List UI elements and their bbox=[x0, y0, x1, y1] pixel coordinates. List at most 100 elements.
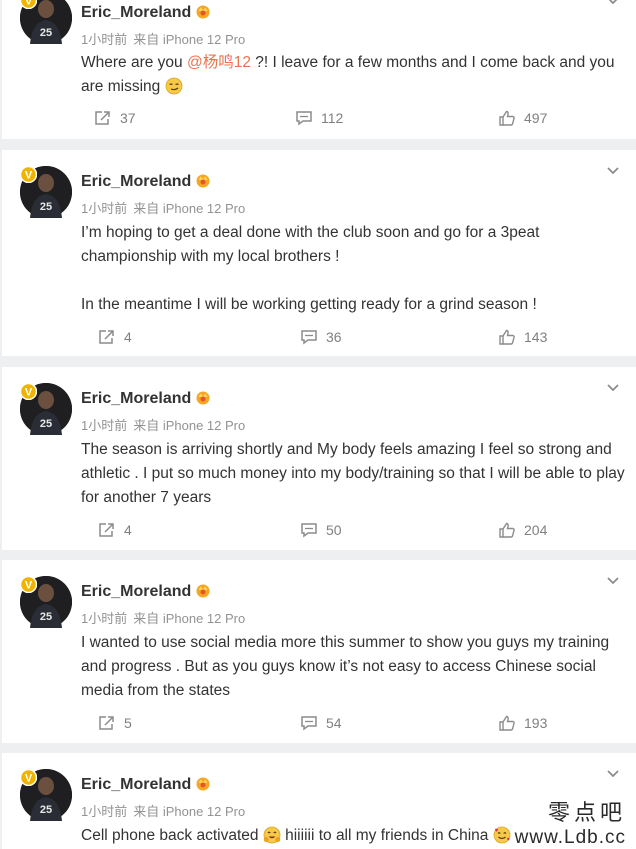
post-time[interactable]: 1小时前 bbox=[81, 611, 127, 626]
like-count: 204 bbox=[524, 522, 548, 538]
chevron-down-icon[interactable] bbox=[606, 576, 620, 586]
post-text-part: hiiiiii to all my friends in China bbox=[280, 827, 493, 844]
comment-icon bbox=[296, 111, 312, 126]
post-card: 25 V Eric_Moreland 1小时前 来自 iPhone 12 Pro … bbox=[2, 150, 636, 356]
repost-button[interactable]: 4 bbox=[98, 329, 132, 345]
username[interactable]: Eric_Moreland bbox=[81, 775, 211, 794]
repost-count: 4 bbox=[124, 329, 132, 345]
comment-button[interactable]: 54 bbox=[300, 715, 342, 731]
verified-icon: V bbox=[20, 576, 37, 593]
post-card: 25 V Eric_Moreland 1小时前 来自 iPhone 12 Pro … bbox=[2, 560, 636, 743]
weibo-feed: 25 V Eric_Moreland 1小时前 来自 iPhone 12 Pro … bbox=[0, 0, 636, 849]
post-text: I wanted to use social media more this s… bbox=[81, 631, 626, 703]
svg-text:V: V bbox=[25, 580, 33, 592]
chevron-down-icon[interactable] bbox=[606, 769, 620, 779]
comment-icon bbox=[301, 523, 317, 538]
username-text[interactable]: Eric_Moreland bbox=[81, 776, 191, 793]
smirk-face-emoji-icon bbox=[165, 77, 182, 95]
post-source: 来自 iPhone 12 Pro bbox=[133, 804, 246, 819]
comment-count: 50 bbox=[326, 522, 342, 538]
comment-count: 112 bbox=[321, 110, 344, 126]
svg-text:V: V bbox=[25, 0, 33, 8]
username[interactable]: Eric_Moreland bbox=[81, 582, 211, 601]
crown-badge-icon bbox=[196, 391, 210, 405]
repost-icon bbox=[99, 330, 114, 344]
svg-text:25: 25 bbox=[40, 418, 52, 430]
svg-text:V: V bbox=[25, 773, 33, 785]
svg-text:25: 25 bbox=[40, 804, 52, 816]
post-time[interactable]: 1小时前 bbox=[81, 418, 127, 433]
like-button[interactable]: 204 bbox=[498, 522, 547, 538]
avatar[interactable]: 25 V bbox=[20, 576, 72, 628]
username-text[interactable]: Eric_Moreland bbox=[81, 173, 191, 190]
post-card: 25 V Eric_Moreland 1小时前 来自 iPhone 12 Pro … bbox=[2, 753, 636, 849]
like-button[interactable]: 143 bbox=[498, 329, 547, 345]
svg-text:V: V bbox=[25, 387, 33, 399]
post-text-part: Cell phone back activated bbox=[81, 827, 263, 844]
like-count: 193 bbox=[524, 715, 548, 731]
repost-button[interactable]: 4 bbox=[98, 522, 132, 538]
username[interactable]: Eric_Moreland bbox=[81, 3, 211, 22]
svg-text:25: 25 bbox=[40, 201, 52, 213]
verified-icon: V bbox=[20, 383, 37, 400]
post-source: 来自 iPhone 12 Pro bbox=[133, 32, 246, 47]
post-time[interactable]: 1小时前 bbox=[81, 804, 127, 819]
username[interactable]: Eric_Moreland bbox=[81, 389, 211, 408]
avatar[interactable]: 25 V bbox=[20, 166, 72, 218]
crown-badge-icon bbox=[196, 777, 210, 791]
username-text[interactable]: Eric_Moreland bbox=[81, 390, 191, 407]
post-source: 来自 iPhone 12 Pro bbox=[133, 418, 246, 433]
like-count: 497 bbox=[524, 110, 548, 126]
post-time[interactable]: 1小时前 bbox=[81, 201, 127, 216]
like-count: 143 bbox=[524, 329, 548, 345]
repost-icon bbox=[95, 111, 110, 125]
post-meta: 1小时前 来自 iPhone 12 Pro bbox=[81, 198, 245, 217]
chevron-down-icon[interactable] bbox=[606, 383, 620, 393]
chevron-down-icon[interactable] bbox=[606, 166, 620, 176]
post-text-part: Where are you bbox=[81, 54, 187, 71]
mention-link[interactable]: @杨鸣12 bbox=[187, 54, 251, 71]
post-text: Where are you @杨鸣12 ?! I leave for a few… bbox=[81, 51, 626, 99]
post-card: 25 V Eric_Moreland 1小时前 来自 iPhone 12 Pro … bbox=[2, 0, 636, 139]
svg-text:25: 25 bbox=[40, 27, 52, 39]
verified-icon: V bbox=[20, 0, 37, 9]
repost-count: 5 bbox=[124, 715, 132, 731]
repost-button[interactable]: 5 bbox=[98, 715, 132, 731]
username[interactable]: Eric_Moreland bbox=[81, 172, 211, 191]
post-paragraph: I wanted to use social media more this s… bbox=[81, 634, 610, 699]
thumbs-up-icon bbox=[499, 715, 515, 731]
post-meta: 1小时前 来自 iPhone 12 Pro bbox=[81, 801, 245, 820]
like-button[interactable]: 193 bbox=[498, 715, 547, 731]
smiling-face-with-hearts-emoji-icon bbox=[493, 826, 511, 844]
username-text[interactable]: Eric_Moreland bbox=[81, 583, 191, 600]
comment-count: 36 bbox=[326, 329, 342, 345]
crown-badge-icon bbox=[196, 5, 210, 19]
post-paragraph: I’m hoping to get a deal done with the c… bbox=[81, 224, 540, 265]
post-paragraph: The season is arriving shortly and My bo… bbox=[81, 441, 625, 506]
post-text: I’m hoping to get a deal done with the c… bbox=[81, 221, 626, 317]
svg-text:V: V bbox=[25, 170, 33, 182]
hugging-face-emoji-icon bbox=[263, 826, 281, 844]
chevron-down-icon[interactable] bbox=[606, 0, 620, 6]
thumbs-up-icon bbox=[499, 329, 515, 345]
avatar[interactable]: 25 V bbox=[20, 0, 72, 44]
like-button[interactable]: 497 bbox=[498, 110, 547, 126]
comment-button[interactable]: 36 bbox=[300, 329, 342, 345]
verified-icon: V bbox=[20, 769, 37, 786]
post-time[interactable]: 1小时前 bbox=[81, 32, 127, 47]
repost-button[interactable]: 37 bbox=[94, 110, 136, 126]
thumbs-up-icon bbox=[499, 110, 515, 126]
comment-button[interactable]: 112 bbox=[295, 110, 343, 126]
crown-badge-icon bbox=[196, 584, 210, 598]
repost-icon bbox=[99, 716, 114, 730]
post-meta: 1小时前 来自 iPhone 12 Pro bbox=[81, 415, 245, 434]
post-paragraph: In the meantime I will be working gettin… bbox=[81, 296, 537, 313]
username-text[interactable]: Eric_Moreland bbox=[81, 4, 191, 21]
comment-count: 54 bbox=[326, 715, 342, 731]
post-card: 25 V Eric_Moreland 1小时前 来自 iPhone 12 Pro … bbox=[2, 367, 636, 550]
avatar[interactable]: 25 V bbox=[20, 383, 72, 435]
post-source: 来自 iPhone 12 Pro bbox=[133, 611, 246, 626]
avatar[interactable]: 25 V bbox=[20, 769, 72, 821]
repost-count: 4 bbox=[124, 522, 132, 538]
comment-button[interactable]: 50 bbox=[300, 522, 342, 538]
